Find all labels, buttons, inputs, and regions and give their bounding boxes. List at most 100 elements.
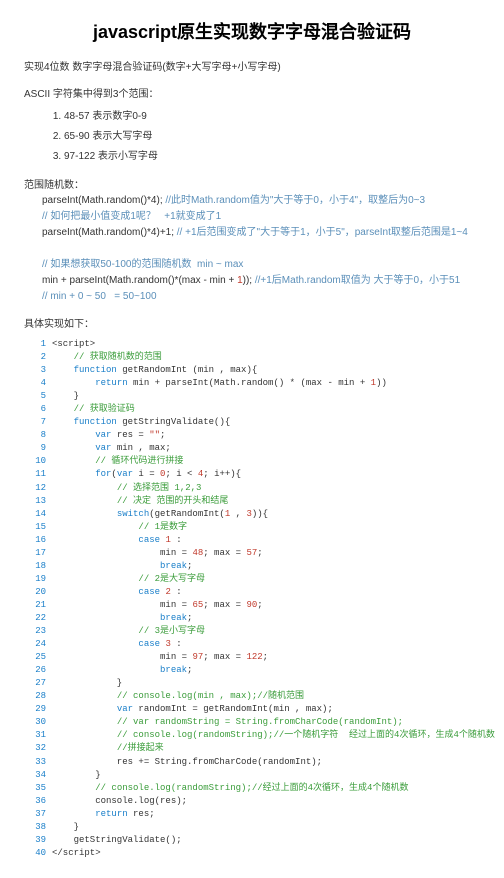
code-line: <script> [52, 338, 495, 351]
code-token [52, 535, 138, 545]
code-token: var [95, 430, 111, 440]
line-number: 19 [24, 573, 46, 586]
code-token: </script> [52, 848, 101, 858]
code-token: } [52, 770, 101, 780]
code-token: var [95, 443, 111, 453]
line-number: 13 [24, 495, 46, 508]
code-line: return min + parseInt(Math.random() * (m… [52, 377, 495, 390]
ascii-label: ASCII 字符集中得到3个范围： [24, 85, 480, 100]
code-line: var randomInt = getRandomInt(min , max); [52, 703, 495, 716]
code-token: case [138, 639, 160, 649]
code-token: res += String.fromCharCode(randomInt); [52, 757, 322, 767]
code-token [52, 378, 95, 388]
code-token [52, 809, 95, 819]
code-token: res = [111, 430, 149, 440]
code-line: function getRandomInt (min , max){ [52, 364, 495, 377]
notes-block: parseInt(Math.random()*4); //此时Math.rand… [42, 193, 480, 305]
code-token: getRandomInt (min , max){ [117, 365, 257, 375]
line-number: 6 [24, 403, 46, 416]
code-token: ; i < [165, 469, 197, 479]
line-number: 26 [24, 664, 46, 677]
code-token: function [74, 365, 117, 375]
note-text: )); [243, 275, 255, 286]
code-token [52, 691, 117, 701]
line-number: 12 [24, 482, 46, 495]
code-token: ; [187, 665, 192, 675]
code-token [52, 509, 117, 519]
code-token: } [52, 822, 79, 832]
code-token: case [138, 587, 160, 597]
code-line: // 1是数字 [52, 521, 495, 534]
code-token: 122 [246, 652, 262, 662]
code-token: min = [52, 600, 192, 610]
code-token: ; max = [203, 600, 246, 610]
intro-text: 实现4位数 数字字母混合验证码(数字+大写字母+小写字母) [24, 58, 480, 73]
code-token: // 选择范围 1,2,3 [117, 483, 202, 493]
line-number: 1 [24, 338, 46, 351]
code-token [52, 730, 117, 740]
code-token [52, 717, 117, 727]
line-number: 16 [24, 534, 46, 547]
code-line: } [52, 821, 495, 834]
code-line: case 1 : [52, 534, 495, 547]
code-line: min = 65; max = 90; [52, 599, 495, 612]
line-number: 36 [24, 795, 46, 808]
note-comment: //+1后Math.random取值为 大于等于0，小于51 [255, 275, 460, 286]
code-token: // 1是数字 [138, 522, 187, 532]
code-token: ; [257, 600, 262, 610]
random-label: 范围随机数： [24, 176, 480, 191]
code-token [52, 743, 117, 753]
code-token: )) [376, 378, 387, 388]
line-number: 15 [24, 521, 46, 534]
code-line: console.log(res); [52, 795, 495, 808]
code-token: // var randomString = String.fromCharCod… [117, 717, 403, 727]
code-token: 57 [246, 548, 257, 558]
code-token: // 3是小写字母 [138, 626, 205, 636]
code-line: // var randomString = String.fromCharCod… [52, 716, 495, 729]
line-number: 22 [24, 612, 46, 625]
code-token: ; [187, 613, 192, 623]
code-token [52, 561, 160, 571]
line-number: 33 [24, 756, 46, 769]
code-line: res += String.fromCharCode(randomInt); [52, 756, 495, 769]
code-token: )){ [252, 509, 268, 519]
line-number: 31 [24, 729, 46, 742]
code-line: </script> [52, 847, 495, 860]
code-token [52, 352, 74, 362]
code-line: // console.log(min , max);//随机范围 [52, 690, 495, 703]
code-token: ; max = [203, 652, 246, 662]
line-number: 11 [24, 468, 46, 481]
code-token: min + parseInt(Math.random() * (max - mi… [128, 378, 371, 388]
code-token: } [52, 678, 122, 688]
code-line: return res; [52, 808, 495, 821]
code-token [52, 783, 95, 793]
code-token [52, 496, 117, 506]
code-line: // 3是小写字母 [52, 625, 495, 638]
code-block: 1<script>2 // 获取随机数的范围3 function getRand… [24, 338, 480, 860]
code-token: min , max; [111, 443, 170, 453]
code-token: switch [117, 509, 149, 519]
code-token [52, 456, 95, 466]
line-number: 17 [24, 547, 46, 560]
code-token: // 决定 范围的开头和结尾 [117, 496, 229, 506]
note-text: parseInt(Math.random()*4); [42, 195, 165, 206]
range-item: 48-57 表示数字0-9 [64, 110, 480, 124]
code-line: // 决定 范围的开头和结尾 [52, 495, 495, 508]
code-token: return [95, 378, 127, 388]
line-number: 24 [24, 638, 46, 651]
code-token: } [52, 391, 79, 401]
code-line: break; [52, 664, 495, 677]
code-token: : [171, 535, 182, 545]
line-number: 14 [24, 508, 46, 521]
code-token: // 获取验证码 [74, 404, 135, 414]
line-number: 10 [24, 455, 46, 468]
code-token [52, 587, 138, 597]
code-line: var res = ""; [52, 429, 495, 442]
line-number: 32 [24, 742, 46, 755]
line-number: 34 [24, 769, 46, 782]
code-token [52, 665, 160, 675]
code-token: case [138, 535, 160, 545]
code-token [52, 417, 74, 427]
range-list: 48-57 表示数字0-9 65-90 表示大写字母 97-122 表示小写字母 [64, 110, 480, 164]
code-token [52, 613, 160, 623]
